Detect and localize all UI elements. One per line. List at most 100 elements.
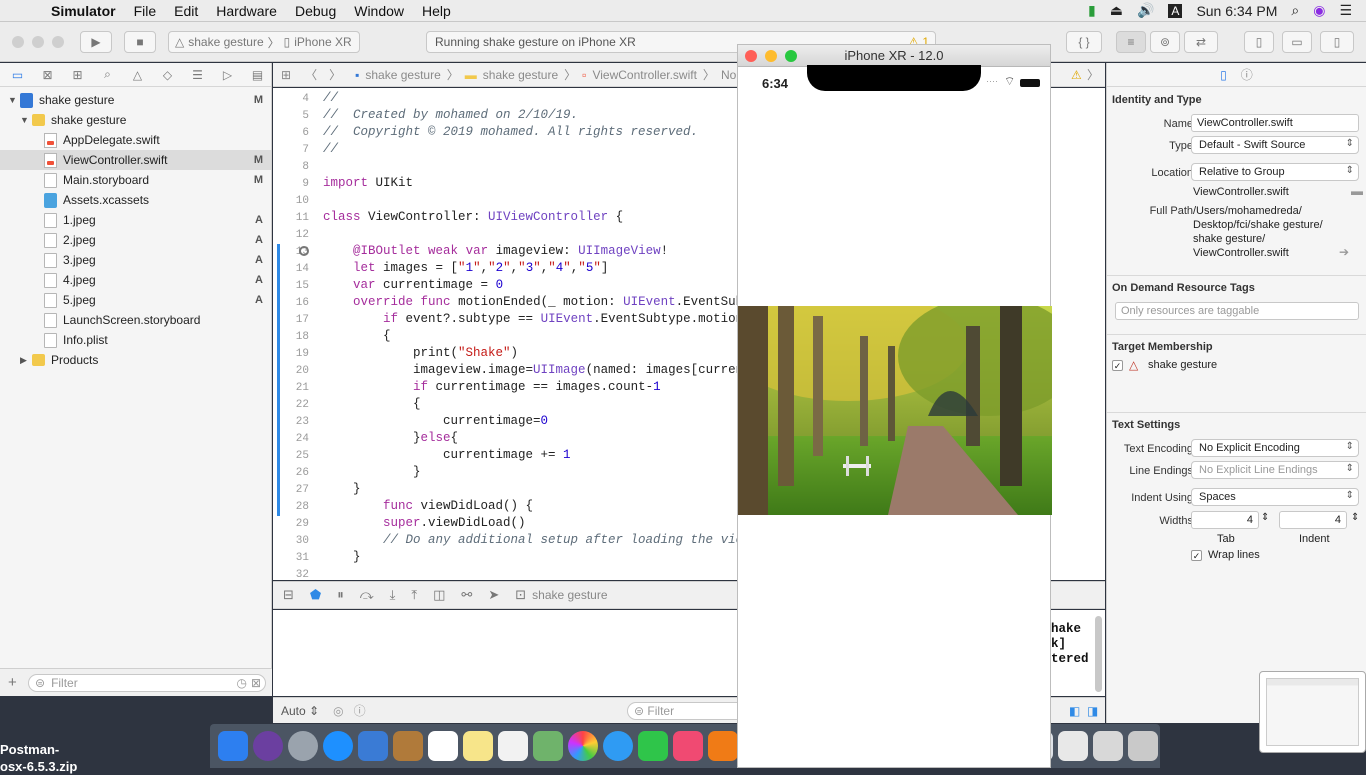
outlet-connection-icon[interactable] [299, 246, 309, 256]
type-popup[interactable]: Default - Swift Source [1191, 136, 1359, 154]
indent-stepper[interactable]: ⇕ [1351, 512, 1359, 523]
disclosure-triangle-icon[interactable]: ▼ [8, 95, 17, 105]
toggle-navigator-button[interactable]: ▯ [1244, 31, 1274, 53]
resource-tags-field[interactable]: Only resources are taggable [1115, 302, 1359, 320]
launchpad-icon[interactable] [288, 731, 318, 761]
console-filter-input[interactable]: ⊜ Filter [627, 701, 747, 720]
navigator-item[interactable]: LaunchScreen.storyboard [0, 310, 271, 330]
photos-icon[interactable] [568, 731, 598, 761]
siri-icon[interactable]: ◉ [1313, 2, 1325, 19]
disclosure-triangle-icon[interactable]: ▼ [20, 115, 29, 125]
volume-icon[interactable]: 🔊 [1137, 2, 1154, 19]
pause-icon[interactable]: ⏸ [337, 587, 344, 603]
menu-file[interactable]: File [125, 3, 166, 19]
breadcrumb-file[interactable]: ViewController.swift [592, 68, 696, 82]
screenshot-thumbnail[interactable] [1259, 671, 1366, 753]
navigator-item[interactable]: 4.jpeg A [0, 270, 271, 290]
itunes-icon[interactable] [673, 731, 703, 761]
menu-window[interactable]: Window [345, 3, 413, 19]
menu-help[interactable]: Help [413, 3, 460, 19]
input-source-icon[interactable]: A [1168, 3, 1183, 18]
breadcrumb-group[interactable]: shake gesture [483, 68, 558, 82]
debug-icon[interactable]: ☰ [188, 68, 207, 82]
desktop-file-label[interactable]: Postman- osx-6.5.3.zip [0, 741, 77, 775]
source-control-icon[interactable]: ⊠ [38, 68, 57, 82]
console-scrollbar[interactable] [1095, 616, 1102, 692]
chevron-right-icon[interactable]: 〉 [1087, 66, 1099, 83]
split-left-icon[interactable]: ◧ [1069, 704, 1080, 718]
forward-icon[interactable]: 〉 [329, 66, 341, 83]
messages-icon[interactable] [603, 731, 633, 761]
menu-debug[interactable]: Debug [286, 3, 345, 19]
search-icon[interactable]: ⌕ [98, 67, 117, 82]
tab-stepper[interactable]: ⇕ [1261, 512, 1269, 523]
hide-debug-area-icon[interactable]: ⊟ [283, 587, 294, 603]
tab-width-field[interactable]: 4 [1191, 511, 1259, 529]
assistant-editor-button[interactable]: ⊚ [1150, 31, 1180, 53]
navigator-item[interactable]: AppDelegate.swift [0, 130, 271, 150]
breakpoint-icon[interactable]: ▷ [218, 68, 237, 82]
file-inspector-icon[interactable]: ▯ [1220, 68, 1227, 82]
wrap-lines-checkbox[interactable]: ✓ [1191, 550, 1202, 561]
trash-icon[interactable] [1128, 731, 1158, 761]
recent-icon[interactable]: ◷ [236, 676, 246, 690]
navigator-item[interactable]: Info.plist [0, 330, 271, 350]
menu-edit[interactable]: Edit [165, 3, 207, 19]
add-icon[interactable]: + [8, 674, 17, 691]
navigator-item[interactable]: 2.jpeg A [0, 230, 271, 250]
scheme-selector[interactable]: △ shake gesture 〉 ▯ iPhone XR [168, 31, 360, 53]
back-icon[interactable]: 〈 [305, 66, 317, 83]
navigator-item[interactable]: 1.jpeg A [0, 210, 271, 230]
variables-mode-selector[interactable]: Auto ⇕ [281, 704, 319, 718]
indent-using-popup[interactable]: Spaces [1191, 488, 1359, 506]
navigator-item[interactable]: ▼ shake gesture M [0, 90, 271, 110]
siri-icon[interactable] [253, 731, 283, 761]
contacts-icon[interactable] [393, 731, 423, 761]
quick-help-icon[interactable]: ⓘ [1241, 66, 1253, 83]
scm-filter-icon[interactable]: ⊠ [251, 676, 261, 690]
breadcrumb-project[interactable]: shake gesture [365, 68, 440, 82]
encoding-popup[interactable]: No Explicit Encoding [1191, 439, 1359, 457]
step-out-icon[interactable]: ⤒ [411, 587, 417, 603]
stop-button[interactable]: ■ [124, 31, 156, 53]
toggle-inspector-button[interactable]: ▯ [1320, 31, 1354, 53]
finder-icon[interactable] [218, 731, 248, 761]
standard-editor-button[interactable]: ≡ [1116, 31, 1146, 53]
folder-stack-icon[interactable] [1093, 731, 1123, 761]
folder-icon[interactable]: ▭ [8, 68, 27, 82]
related-items-icon[interactable]: ⊞ [281, 68, 291, 82]
facetime-icon[interactable] [638, 731, 668, 761]
test-icon[interactable]: ◇ [158, 68, 177, 82]
indent-width-field[interactable]: 4 [1279, 511, 1347, 529]
toggle-debug-area-button[interactable]: ▭ [1282, 31, 1312, 53]
close-window-button[interactable] [745, 50, 757, 62]
line-endings-popup[interactable]: No Explicit Line Endings [1191, 461, 1359, 479]
split-right-icon[interactable]: ◨ [1087, 704, 1098, 718]
zoom-window-button[interactable] [785, 50, 797, 62]
close-window-button[interactable] [12, 36, 24, 48]
clock[interactable]: Sun 6:34 PM [1196, 3, 1277, 19]
zoom-window-button[interactable] [52, 36, 64, 48]
view-debugger-icon[interactable]: ◫ [433, 587, 445, 603]
navigator-item[interactable]: 5.jpeg A [0, 290, 271, 310]
breakpoints-toggle-icon[interactable]: ⬟ [310, 587, 321, 603]
eye-icon[interactable]: ◎ [333, 704, 343, 718]
step-over-icon[interactable]: ⤼ [360, 587, 374, 603]
info-icon[interactable]: ⓘ [354, 702, 366, 719]
navigator-item[interactable]: 3.jpeg A [0, 250, 271, 270]
navigator-item[interactable]: Assets.xcassets [0, 190, 271, 210]
signal-icon[interactable]: ▮ [1088, 2, 1096, 19]
minimize-window-button[interactable] [765, 50, 777, 62]
issue-icon[interactable]: △ [128, 68, 147, 82]
books-icon[interactable] [708, 731, 738, 761]
safari-icon[interactable] [323, 731, 353, 761]
hierarchy-icon[interactable]: ⊞ [68, 68, 87, 82]
minimize-window-button[interactable] [32, 36, 44, 48]
warning-icon[interactable]: ⚠ [1071, 68, 1082, 82]
preview-icon[interactable] [358, 731, 388, 761]
navigator-item[interactable]: ▶ Products [0, 350, 271, 370]
disclosure-triangle-icon[interactable]: ▶ [20, 355, 27, 366]
memory-graph-icon[interactable]: ⚯ [461, 587, 472, 603]
name-field[interactable]: ViewController.swift [1191, 114, 1359, 132]
maps-icon[interactable] [533, 731, 563, 761]
